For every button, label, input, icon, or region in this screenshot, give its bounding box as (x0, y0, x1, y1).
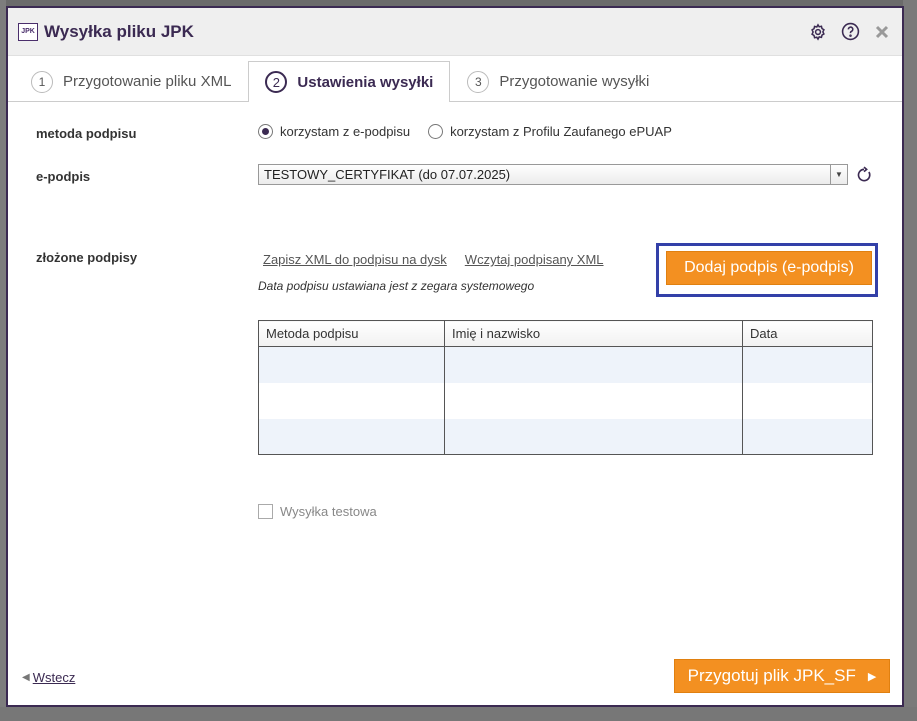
jpk-logo: JPK (18, 22, 38, 41)
tab-send-preparation[interactable]: 3 Przygotowanie wysyłki (450, 61, 666, 101)
epodpis-label: e-podpis (36, 169, 91, 184)
tab-label: Przygotowanie pliku XML (63, 73, 232, 90)
chevron-left-icon: ◀ (22, 672, 30, 683)
chevron-down-icon[interactable]: ▼ (830, 165, 847, 184)
table-row[interactable] (258, 346, 873, 383)
table-row[interactable] (258, 382, 873, 419)
dialog-content: metoda podpisu korzystam z e-podpisu kor… (8, 102, 902, 662)
signature-links: Zapisz XML do podpisu na dysk Wczytaj po… (263, 252, 604, 267)
help-icon[interactable] (840, 22, 860, 42)
checkbox-box[interactable] (258, 504, 273, 519)
jpk-send-dialog: JPK Wysyłka pliku JPK 1 Przygotowanie pl… (6, 6, 904, 707)
dialog-title: Wysyłka pliku JPK (44, 21, 194, 41)
add-signature-button[interactable]: Dodaj podpis (e-podpis) (666, 251, 872, 285)
method-label: metoda podpisu (36, 126, 137, 141)
test-send-checkbox[interactable]: Wysyłka testowa (258, 504, 377, 519)
tab-number: 2 (265, 71, 288, 93)
radio-unchecked-icon[interactable] (428, 124, 444, 139)
background-bottom-edge (0, 707, 917, 721)
radio-checked-icon[interactable] (258, 124, 273, 139)
refresh-icon[interactable] (854, 165, 874, 185)
table-row[interactable] (258, 418, 873, 455)
gear-icon[interactable] (808, 22, 828, 42)
close-icon[interactable] (872, 22, 892, 42)
wizard-tabs: 1 Przygotowanie pliku XML 2 Ustawienia w… (8, 56, 902, 102)
next-label: Przygotuj plik JPK_SF (687, 666, 856, 685)
signatures-label: złożone podpisy (36, 250, 138, 265)
dialog-titlebar: JPK Wysyłka pliku JPK (8, 8, 902, 56)
tab-number: 1 (31, 70, 53, 93)
save-xml-link[interactable]: Zapisz XML do podpisu na dysk (263, 252, 447, 267)
column-header-date[interactable]: Data (742, 320, 873, 347)
tab-xml-preparation[interactable]: 1 Przygotowanie pliku XML (14, 61, 248, 101)
tab-number: 3 (467, 70, 490, 93)
tab-label: Przygotowanie wysyłki (499, 73, 650, 90)
radio-epodpis-label: korzystam z e-podpisu (280, 124, 411, 139)
method-radio-group: korzystam z e-podpisu korzystam z Profil… (258, 124, 672, 139)
background-right-edge (903, 0, 917, 721)
tab-label: Ustawienia wysyłki (297, 73, 434, 91)
signatures-table: Metoda podpisu Imię i nazwisko Data (258, 320, 873, 455)
epodpis-selected-value: TESTOWY_CERTYFIKAT (do 07.07.2025) (264, 167, 511, 182)
system-clock-note: Data podpisu ustawiana jest z zegara sys… (258, 279, 535, 293)
chevron-right-icon: ▶ (867, 670, 877, 683)
radio-epuap-label: korzystam z Profilu Zaufanego ePUAP (450, 124, 672, 139)
test-send-label: Wysyłka testowa (280, 504, 377, 519)
radio-epuap[interactable]: korzystam z Profilu Zaufanego ePUAP (428, 124, 672, 139)
load-signed-xml-link[interactable]: Wczytaj podpisany XML (465, 252, 604, 267)
back-label: Wstecz (32, 670, 76, 685)
radio-epodpis[interactable]: korzystam z e-podpisu (258, 124, 410, 139)
back-button[interactable]: ◀ Wstecz (22, 670, 75, 685)
column-header-method[interactable]: Metoda podpisu (258, 320, 445, 347)
tab-send-settings[interactable]: 2 Ustawienia wysyłki (248, 61, 451, 102)
column-header-name[interactable]: Imię i nazwisko (444, 320, 743, 347)
epodpis-select[interactable]: TESTOWY_CERTYFIKAT (do 07.07.2025) ▼ (258, 164, 848, 185)
prepare-file-button[interactable]: Przygotuj plik JPK_SF ▶ (674, 659, 890, 693)
